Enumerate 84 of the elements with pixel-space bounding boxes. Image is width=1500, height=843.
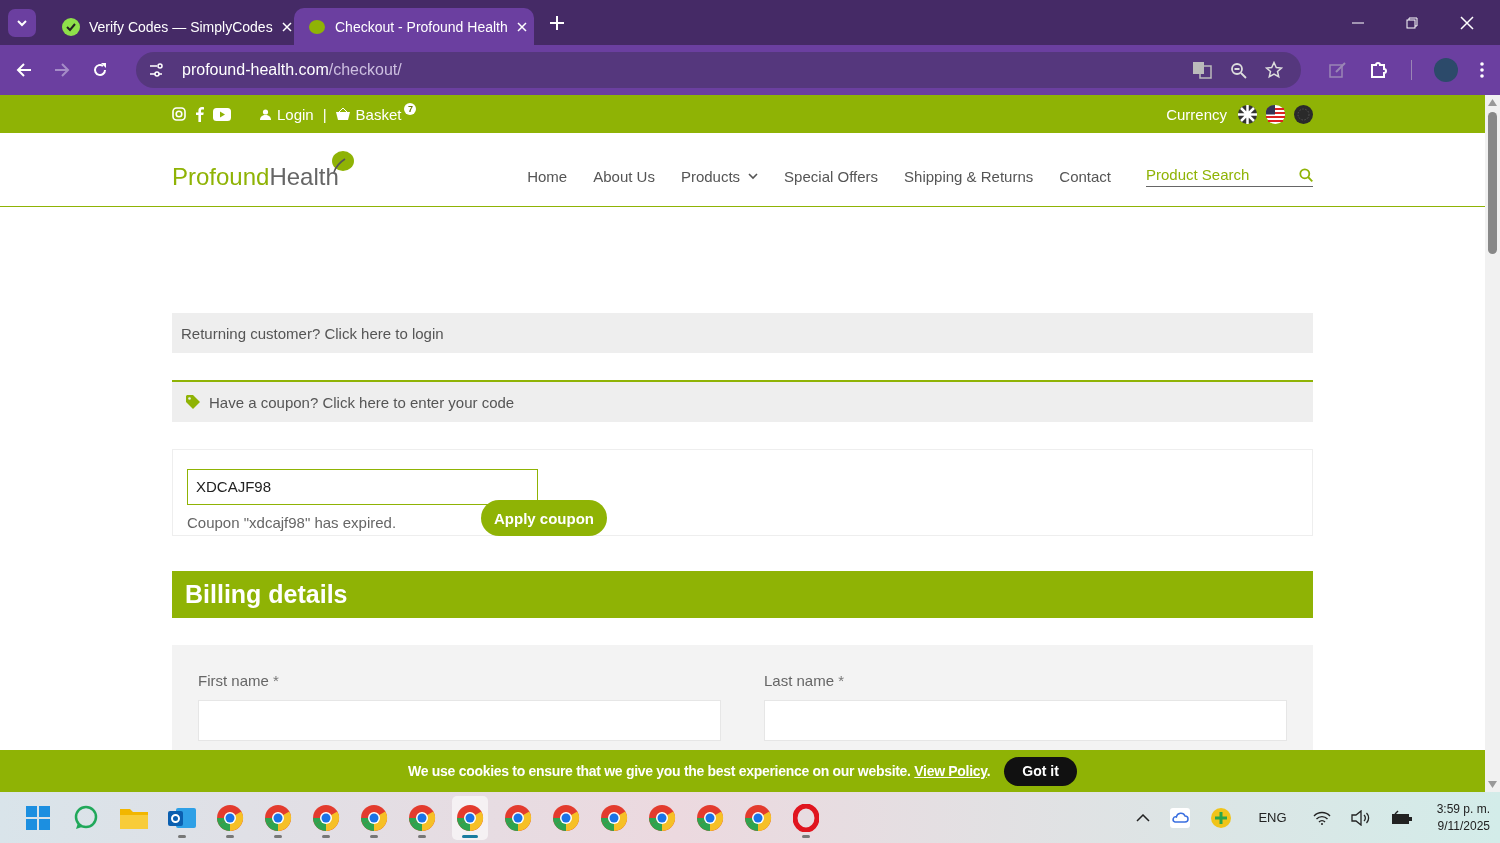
back-icon[interactable] <box>16 62 32 78</box>
facebook-icon[interactable] <box>195 106 204 122</box>
field-label: First name * <box>198 672 280 689</box>
edit-icon[interactable] <box>1329 61 1347 79</box>
browser-app-icon[interactable] <box>648 803 676 832</box>
plus-circle-icon[interactable] <box>1210 806 1233 829</box>
nav-link[interactable]: Shipping & Returns <box>904 168 1034 185</box>
field-label: Last name * <box>764 672 846 689</box>
coupon-error-message: Coupon "xdcajf98" has expired. <box>187 513 397 531</box>
close-icon[interactable] <box>281 21 292 32</box>
battery-icon[interactable] <box>1390 809 1413 826</box>
scrollbar[interactable] <box>1485 95 1500 792</box>
scroll-down-arrow-icon[interactable] <box>1488 781 1497 788</box>
text-input-field[interactable] <box>198 700 721 741</box>
chevron-down-icon <box>748 173 759 180</box>
profound-health-logo[interactable]: ProfoundHealth <box>172 150 355 189</box>
chevron-up-icon[interactable] <box>1136 813 1151 822</box>
nav-link[interactable]: Home <box>527 168 568 185</box>
tag-icon <box>186 395 200 409</box>
nav-link[interactable]: Contact <box>1059 168 1111 185</box>
language-indicator[interactable]: ENG <box>1258 810 1287 825</box>
browser-app-icon[interactable] <box>216 803 244 832</box>
restore-icon[interactable] <box>1406 16 1418 29</box>
reload-icon[interactable] <box>92 62 108 78</box>
cloud-icon[interactable] <box>1170 807 1191 828</box>
puzzle-icon[interactable] <box>1369 60 1389 80</box>
browser-app-icon[interactable] <box>600 803 628 832</box>
clock-time[interactable]: 3:59 p. m. <box>1436 802 1490 816</box>
opera-browser-icon[interactable] <box>793 803 819 832</box>
browser-app-icon[interactable] <box>408 803 436 832</box>
chevron-down-icon <box>16 18 28 27</box>
browser-app-icon[interactable] <box>504 803 532 832</box>
browser-app-icon[interactable] <box>456 803 484 832</box>
leaf-icon <box>308 17 326 36</box>
scrollbar-thumb[interactable] <box>1488 112 1497 254</box>
speaker-icon[interactable] <box>1350 809 1371 826</box>
flag-icon[interactable] <box>1238 104 1257 124</box>
search-icon[interactable] <box>1299 168 1313 187</box>
address-bar[interactable]: profound-health.com/checkout/ <box>136 52 1301 88</box>
basket-icon <box>335 108 350 120</box>
browser-app-icon[interactable] <box>312 803 340 832</box>
user-icon <box>260 108 271 120</box>
zoom-out-icon[interactable] <box>1230 61 1247 79</box>
star-icon[interactable] <box>1265 61 1283 79</box>
coupon-notice-text[interactable]: Have a coupon? Click here to enter your code <box>209 393 515 411</box>
product-search-field[interactable]: Product Search <box>1146 166 1299 187</box>
forward-icon[interactable] <box>54 62 70 78</box>
basket-count-badge: 7 <box>404 103 417 115</box>
currency-label: Currency <box>1166 105 1227 123</box>
tab-search-button[interactable] <box>8 8 36 37</box>
browser-app-icon[interactable] <box>696 803 724 832</box>
translate-icon[interactable] <box>1192 61 1212 79</box>
clock-date[interactable]: 9/11/2025 <box>1437 819 1490 833</box>
scroll-up-arrow-icon[interactable] <box>1488 99 1497 106</box>
separator-text: | <box>322 105 327 123</box>
text-input-field[interactable] <box>764 700 1287 741</box>
returning-customer-notice[interactable]: Returning customer? Click here to login <box>172 313 1313 353</box>
browser-app-icon[interactable] <box>552 803 580 832</box>
browser-app-icon[interactable] <box>360 803 388 832</box>
browser-app-icon[interactable] <box>264 803 292 832</box>
billing-details-heading: Billing details <box>172 571 1313 618</box>
youtube-icon[interactable] <box>213 107 231 121</box>
browser-app-icon[interactable] <box>744 803 772 832</box>
browser-tab[interactable]: Verify Codes — SimplyCodes <box>48 8 288 45</box>
windows-start-icon[interactable] <box>25 804 51 831</box>
got-it-button[interactable]: Got it <box>1004 756 1077 786</box>
site-settings-icon[interactable] <box>148 62 164 78</box>
mail-app-icon[interactable] <box>168 805 196 830</box>
nav-link[interactable]: Special Offers <box>784 168 879 185</box>
instagram-icon[interactable] <box>172 107 186 121</box>
nav-link[interactable]: Products <box>680 168 759 185</box>
menu-icon[interactable] <box>1480 62 1484 78</box>
coupon-code-field[interactable]: XDCAJF98 <box>187 468 538 505</box>
flag-icon[interactable] <box>1294 104 1313 124</box>
plus-icon[interactable] <box>550 15 564 30</box>
close-icon[interactable] <box>1460 15 1474 30</box>
nav-link[interactable]: About Us <box>593 168 655 185</box>
check-icon <box>62 17 80 36</box>
flag-icon[interactable] <box>1266 104 1285 124</box>
browser-tab[interactable]: Checkout - Profound Health <box>294 8 534 45</box>
wifi-icon[interactable] <box>1312 810 1331 825</box>
cookie-notice-text: We use cookies to ensure that we give you the best experience on our website. View Policy. <box>408 763 991 779</box>
chat-bubble-icon[interactable] <box>73 804 99 831</box>
close-icon[interactable] <box>516 21 527 32</box>
